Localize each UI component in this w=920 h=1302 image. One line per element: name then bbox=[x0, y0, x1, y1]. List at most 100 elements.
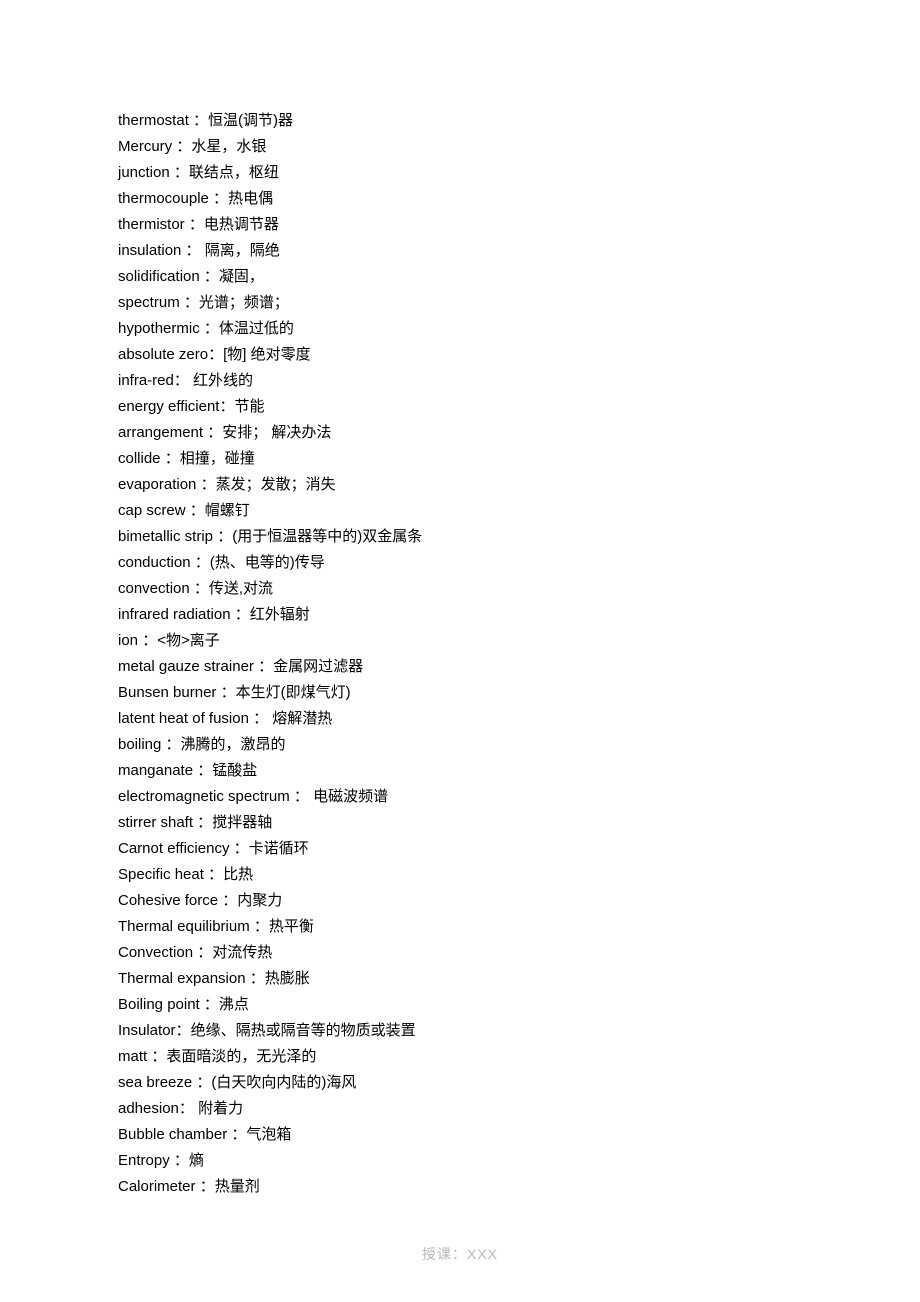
term-text: Bunsen burner bbox=[118, 684, 216, 701]
separator: ： bbox=[174, 372, 193, 389]
separator: ： bbox=[193, 944, 212, 961]
term-text: Calorimeter bbox=[118, 1178, 196, 1195]
term-text: bimetallic strip bbox=[118, 528, 213, 545]
definition-text: 附着力 bbox=[198, 1100, 243, 1117]
vocab-entry: boiling ：沸腾的，激昂的 bbox=[118, 732, 458, 758]
separator: ： bbox=[203, 424, 222, 441]
term-text: thermocouple bbox=[118, 190, 209, 207]
separator: ： bbox=[208, 346, 223, 363]
definition-text: 绝缘、隔热或隔音等的物质或装置 bbox=[191, 1022, 416, 1039]
term-text: Thermal expansion bbox=[118, 970, 246, 987]
separator: ： bbox=[216, 684, 235, 701]
vocab-entry: insulation ： 隔离，隔绝 bbox=[118, 238, 458, 264]
definition-text: 光谱；频谱； bbox=[199, 294, 289, 311]
vocab-entry: thermistor ：电热调节器 bbox=[118, 212, 458, 238]
vocab-entry: Boiling point ：沸点 bbox=[118, 992, 458, 1018]
term-text: conduction bbox=[118, 554, 191, 571]
separator: ： bbox=[181, 242, 204, 259]
definition-text: 卡诺循环 bbox=[249, 840, 309, 857]
separator: ： bbox=[200, 320, 219, 337]
vocab-entry: Thermal equilibrium ：热平衡 bbox=[118, 914, 458, 940]
separator: ： bbox=[218, 892, 237, 909]
term-text: adhesion bbox=[118, 1100, 179, 1117]
term-text: Cohesive force bbox=[118, 892, 218, 909]
definition-text: (用于恒温器等中的)双金属条 bbox=[232, 528, 422, 545]
vocab-entry: collide ：相撞，碰撞 bbox=[118, 446, 458, 472]
term-text: insulation bbox=[118, 242, 181, 259]
separator: ： bbox=[254, 658, 273, 675]
term-text: Insulator bbox=[118, 1022, 176, 1039]
definition-text: 安排； 解决办法 bbox=[222, 424, 331, 441]
definition-text: 节能 bbox=[234, 398, 264, 415]
definition-text: 热平衡 bbox=[269, 918, 314, 935]
definition-text: 表面暗淡的，无光泽的 bbox=[166, 1048, 316, 1065]
separator: ： bbox=[231, 606, 250, 623]
definition-text: 本生灯(即煤气灯) bbox=[236, 684, 351, 701]
separator: ： bbox=[172, 138, 191, 155]
vocab-entry: spectrum ：光谱；频谱； bbox=[118, 290, 458, 316]
vocab-entry: Thermal expansion ：热膨胀 bbox=[118, 966, 458, 992]
vocab-entry: Convection ：对流传热 bbox=[118, 940, 458, 966]
term-text: arrangement bbox=[118, 424, 203, 441]
term-text: solidification bbox=[118, 268, 200, 285]
definition-text: 熵 bbox=[189, 1152, 204, 1169]
term-text: thermistor bbox=[118, 216, 185, 233]
separator: ： bbox=[249, 710, 272, 727]
vocab-entry: latent heat of fusion ： 熔解潜热 bbox=[118, 706, 458, 732]
definition-text: 搅拌器轴 bbox=[212, 814, 272, 831]
definition-text: 沸腾的，激昂的 bbox=[181, 736, 286, 753]
vocab-entry: convection ：传送,对流 bbox=[118, 576, 458, 602]
vocab-entry: Bubble chamber ：气泡箱 bbox=[118, 1122, 458, 1148]
vocab-entry: hypothermic ：体温过低的 bbox=[118, 316, 458, 342]
term-text: collide bbox=[118, 450, 161, 467]
vocab-entry: Carnot efficiency ：卡诺循环 bbox=[118, 836, 458, 862]
separator: ： bbox=[186, 502, 205, 519]
vocab-entry: matt ：表面暗淡的，无光泽的 bbox=[118, 1044, 458, 1070]
vocab-entry: adhesion： 附着力 bbox=[118, 1096, 458, 1122]
definition-text: 对流传热 bbox=[212, 944, 272, 961]
term-text: matt bbox=[118, 1048, 147, 1065]
definition-text: 传送,对流 bbox=[209, 580, 273, 597]
vocab-entry: ion ：<物>离子 bbox=[118, 628, 458, 654]
term-text: Carnot efficiency bbox=[118, 840, 229, 857]
definition-text: 热膨胀 bbox=[265, 970, 310, 987]
definition-text: 恒温(调节)器 bbox=[208, 112, 293, 129]
term-text: boiling bbox=[118, 736, 161, 753]
definition-text: 红外线的 bbox=[193, 372, 253, 389]
separator: ： bbox=[189, 112, 208, 129]
term-text: spectrum bbox=[118, 294, 180, 311]
vocab-entry: Specific heat ：比热 bbox=[118, 862, 458, 888]
definition-text: 金属网过滤器 bbox=[273, 658, 363, 675]
definition-text: 红外辐射 bbox=[250, 606, 310, 623]
separator: ： bbox=[180, 294, 199, 311]
vocab-entry: Calorimeter ：热量剂 bbox=[118, 1174, 458, 1200]
definition-text: 熔解潜热 bbox=[272, 710, 332, 727]
separator: ： bbox=[213, 528, 232, 545]
vocab-entry: Cohesive force ：内聚力 bbox=[118, 888, 458, 914]
definition-text: 体温过低的 bbox=[219, 320, 294, 337]
separator: ： bbox=[229, 840, 248, 857]
vocab-entry: Entropy ：熵 bbox=[118, 1148, 458, 1174]
separator: ： bbox=[147, 1048, 166, 1065]
vocab-entry: solidification ：凝固， bbox=[118, 264, 458, 290]
term-text: energy efficient bbox=[118, 398, 219, 415]
vocab-entry: Mercury ：水星，水银 bbox=[118, 134, 458, 160]
definition-text: 沸点 bbox=[219, 996, 249, 1013]
term-text: infrared radiation bbox=[118, 606, 231, 623]
term-text: ion bbox=[118, 632, 138, 649]
term-text: hypothermic bbox=[118, 320, 200, 337]
term-text: electromagnetic spectrum bbox=[118, 788, 290, 805]
definition-text: (白天吹向内陆的)海风 bbox=[211, 1074, 356, 1091]
definition-text: 锰酸盐 bbox=[212, 762, 257, 779]
separator: ： bbox=[290, 788, 313, 805]
term-text: convection bbox=[118, 580, 190, 597]
term-text: sea breeze bbox=[118, 1074, 192, 1091]
definition-text: 气泡箱 bbox=[246, 1126, 291, 1143]
separator: ： bbox=[219, 398, 234, 415]
term-text: Thermal equilibrium bbox=[118, 918, 250, 935]
vocab-entry: thermocouple ：热电偶 bbox=[118, 186, 458, 212]
term-text: Mercury bbox=[118, 138, 172, 155]
separator: ： bbox=[200, 268, 219, 285]
definition-text: 隔离，隔绝 bbox=[205, 242, 280, 259]
vocab-entry: cap screw ：帽螺钉 bbox=[118, 498, 458, 524]
